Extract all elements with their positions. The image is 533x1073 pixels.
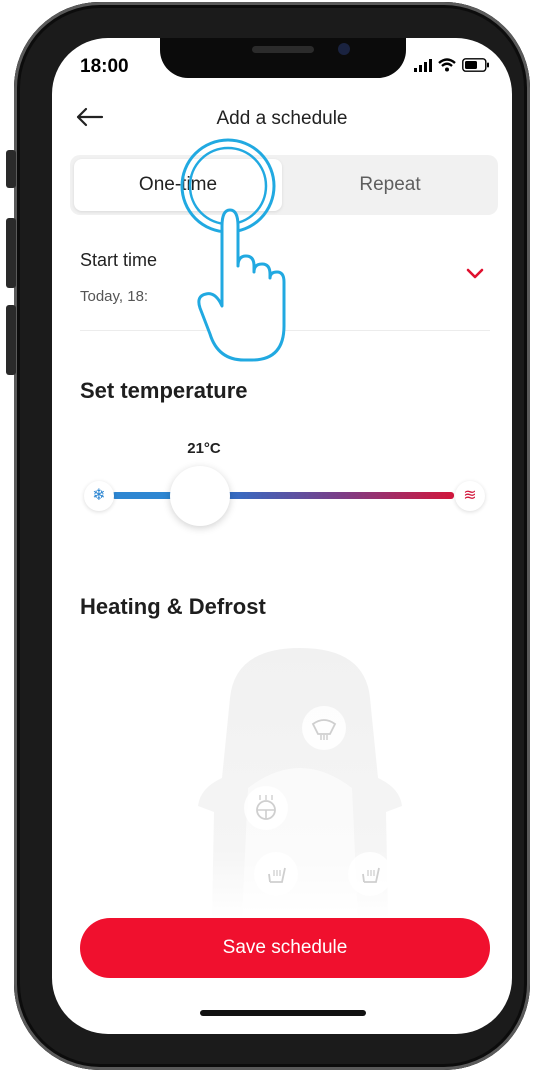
home-indicator	[200, 1010, 366, 1016]
status-time: 18:00	[80, 56, 129, 77]
start-time-value[interactable]: Today, 18:	[80, 288, 148, 305]
chevron-down-icon[interactable]	[464, 266, 486, 282]
notch	[160, 38, 406, 78]
save-schedule-button[interactable]: Save schedule	[80, 918, 490, 978]
windshield-defrost-icon[interactable]	[302, 706, 346, 750]
car-interior-illustration	[198, 648, 402, 918]
seat-heat-icon[interactable]	[348, 852, 392, 896]
steering-wheel-heat-icon[interactable]	[244, 786, 288, 830]
battery-icon	[462, 58, 489, 72]
heat-waves-icon[interactable]: ≋	[455, 481, 485, 511]
mute-switch	[6, 150, 16, 188]
speaker	[252, 46, 314, 53]
volume-up-button	[6, 218, 16, 288]
front-camera	[338, 43, 350, 55]
volume-down-button	[6, 305, 16, 375]
status-icons	[414, 58, 490, 72]
snowflake-icon[interactable]: ❄	[84, 481, 114, 511]
wifi-icon	[438, 58, 456, 72]
app-screen: 18:00 Add a schedule One-time Repeat Sta…	[52, 38, 512, 1034]
page-title: Add a schedule	[216, 108, 348, 129]
seat-heat-icon[interactable]	[254, 852, 298, 896]
start-time-label: Start time	[80, 250, 158, 270]
tap-hand-icon	[180, 138, 286, 362]
set-temperature-title: Set temperature	[80, 378, 248, 403]
signal-icon	[414, 58, 432, 72]
slider-track-warm	[224, 492, 454, 499]
heating-defrost-title: Heating & Defrost	[80, 594, 266, 619]
temperature-slider-handle[interactable]	[170, 466, 230, 526]
temperature-value: 21°C	[187, 440, 221, 457]
